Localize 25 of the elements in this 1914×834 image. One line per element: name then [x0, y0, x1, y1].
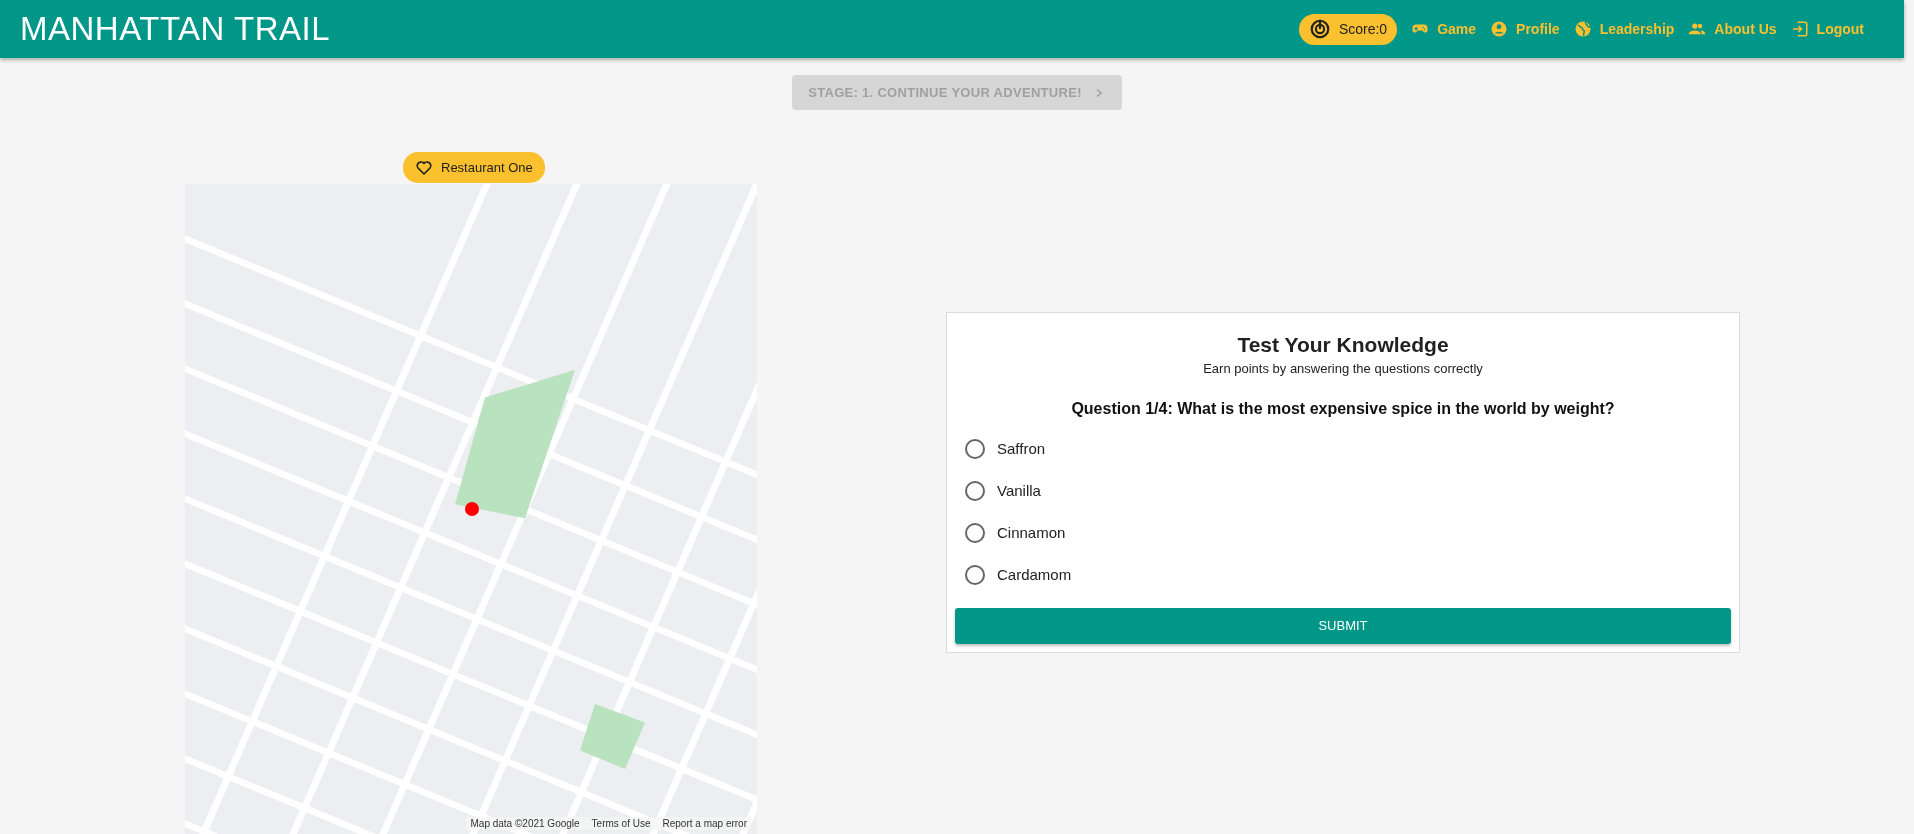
map-attribution-link[interactable]: Map data ©2021 Google — [470, 818, 580, 829]
radio-button[interactable] — [965, 438, 985, 459]
radio-button[interactable] — [965, 480, 985, 501]
map-attribution-link[interactable]: Report a map error — [662, 818, 747, 829]
map-placeholder[interactable]: Map data ©2021 Google Terms of Use Report a map error — [185, 184, 757, 834]
answer-option[interactable]: Cinnamon — [955, 511, 1731, 554]
radio-button[interactable] — [965, 522, 985, 543]
answer-option[interactable]: Cardamom — [955, 553, 1731, 596]
quiz-title: Test Your Knowledge — [1236, 332, 1450, 357]
answer-option[interactable]: Saffron — [955, 427, 1731, 470]
answer-option[interactable]: Vanilla — [955, 469, 1731, 512]
quiz-subtitle: Earn points by answering the questions correctly — [1202, 360, 1484, 376]
exit-icon — [1790, 20, 1809, 38]
globe-icon — [1573, 20, 1592, 38]
submit-button[interactable]: SUBMIT — [955, 607, 1731, 644]
person-icon — [1490, 20, 1509, 38]
score-text: Score:0 — [1338, 21, 1388, 37]
question-text: Question 1/4: What is the most expensive spice in the world by weight? — [1070, 399, 1616, 418]
place-badge[interactable]: Restaurant One — [403, 152, 545, 183]
location-marker-icon — [465, 502, 479, 516]
map-attribution-link[interactable]: Terms of Use — [591, 818, 651, 829]
radio-button[interactable] — [965, 564, 985, 585]
heart-icon — [415, 158, 433, 177]
app-title: MANHATTAN TRAIL — [20, 10, 331, 48]
radar-icon — [1308, 18, 1331, 40]
